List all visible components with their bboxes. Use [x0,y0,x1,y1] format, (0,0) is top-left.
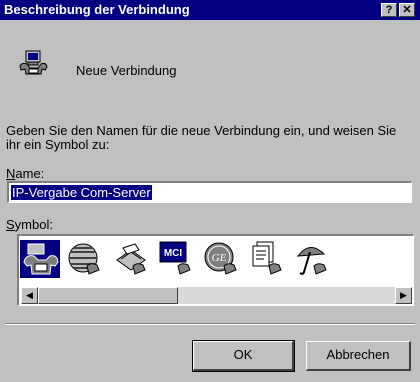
symbol-list[interactable]: MCI GE ◀ ▶ [17,234,414,306]
window-title: Beschreibung der Verbindung [4,2,190,17]
close-button[interactable]: ✕ [399,3,415,17]
ge-icon[interactable]: GE [202,240,242,278]
name-label: Name: [6,166,45,181]
dialog-window: Beschreibung der Verbindung ? ✕ Neue Ver… [0,0,420,382]
phone-icon[interactable] [20,240,60,278]
name-field-value[interactable]: IP-Vergabe Com-Server [11,185,152,200]
ok-button[interactable]: OK [192,340,295,372]
mci-icon[interactable]: MCI [156,240,196,278]
scroll-thumb[interactable] [38,287,178,304]
cancel-button[interactable]: Abbrechen [306,341,411,371]
mci-icon-text: MCI [164,248,183,259]
instruction-text: Geben Sie den Namen für die neue Verbind… [6,123,397,152]
ge-icon-text: GE [212,252,227,264]
fax-icon[interactable] [111,240,151,278]
title-bar[interactable]: Beschreibung der Verbindung ? ✕ [0,0,420,20]
help-button[interactable]: ? [381,3,397,17]
documents-phone-icon[interactable] [247,240,287,278]
globe-icon[interactable] [65,240,105,278]
scroll-right-button[interactable]: ▶ [395,287,412,304]
umbrella-icon[interactable] [292,240,332,278]
scroll-left-button[interactable]: ◀ [21,287,38,304]
connection-label: Neue Verbindung [76,63,177,78]
name-field[interactable]: IP-Vergabe Com-Server [7,181,412,203]
symbol-label: Symbol: [6,217,53,232]
separator [5,323,415,325]
symbol-scrollbar[interactable]: ◀ ▶ [21,287,412,304]
connection-phone-computer-icon [19,50,48,75]
